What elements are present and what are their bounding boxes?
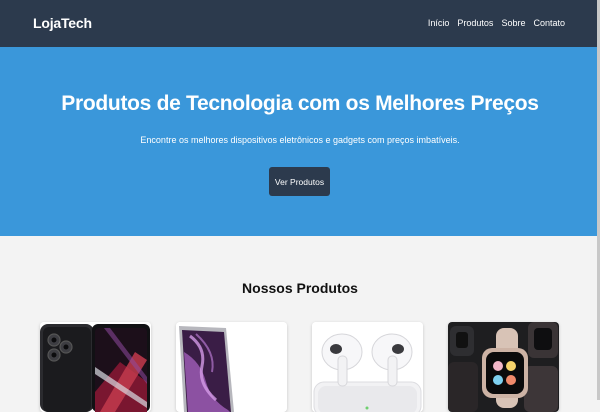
- nav-link-inicio[interactable]: Início: [428, 18, 450, 28]
- view-products-button[interactable]: Ver Produtos: [269, 167, 330, 196]
- nav-link-produtos[interactable]: Produtos: [457, 18, 493, 28]
- smartphone-image: [40, 322, 151, 412]
- product-card-smartwatch[interactable]: [448, 322, 559, 412]
- smartwatch-image: [448, 322, 559, 412]
- nav-menu: Início Produtos Sobre Contato: [428, 18, 565, 28]
- brand-logo[interactable]: LojaTech: [33, 15, 92, 31]
- product-card-earbuds[interactable]: [312, 322, 423, 412]
- nav-link-sobre[interactable]: Sobre: [501, 18, 525, 28]
- product-card-smartphone[interactable]: [40, 322, 151, 412]
- hero-subtitle: Encontre os melhores dispositivos eletrô…: [140, 135, 460, 145]
- hero-banner: Produtos de Tecnologia com os Melhores P…: [0, 47, 600, 236]
- navbar: LojaTech Início Produtos Sobre Contato: [0, 0, 600, 47]
- nav-link-contato[interactable]: Contato: [533, 18, 565, 28]
- earbuds-image: [312, 322, 423, 412]
- laptop-image: [176, 322, 287, 412]
- product-card-laptop[interactable]: [176, 322, 287, 412]
- products-section-title: Nossos Produtos: [242, 280, 358, 296]
- hero-title: Produtos de Tecnologia com os Melhores P…: [61, 92, 539, 115]
